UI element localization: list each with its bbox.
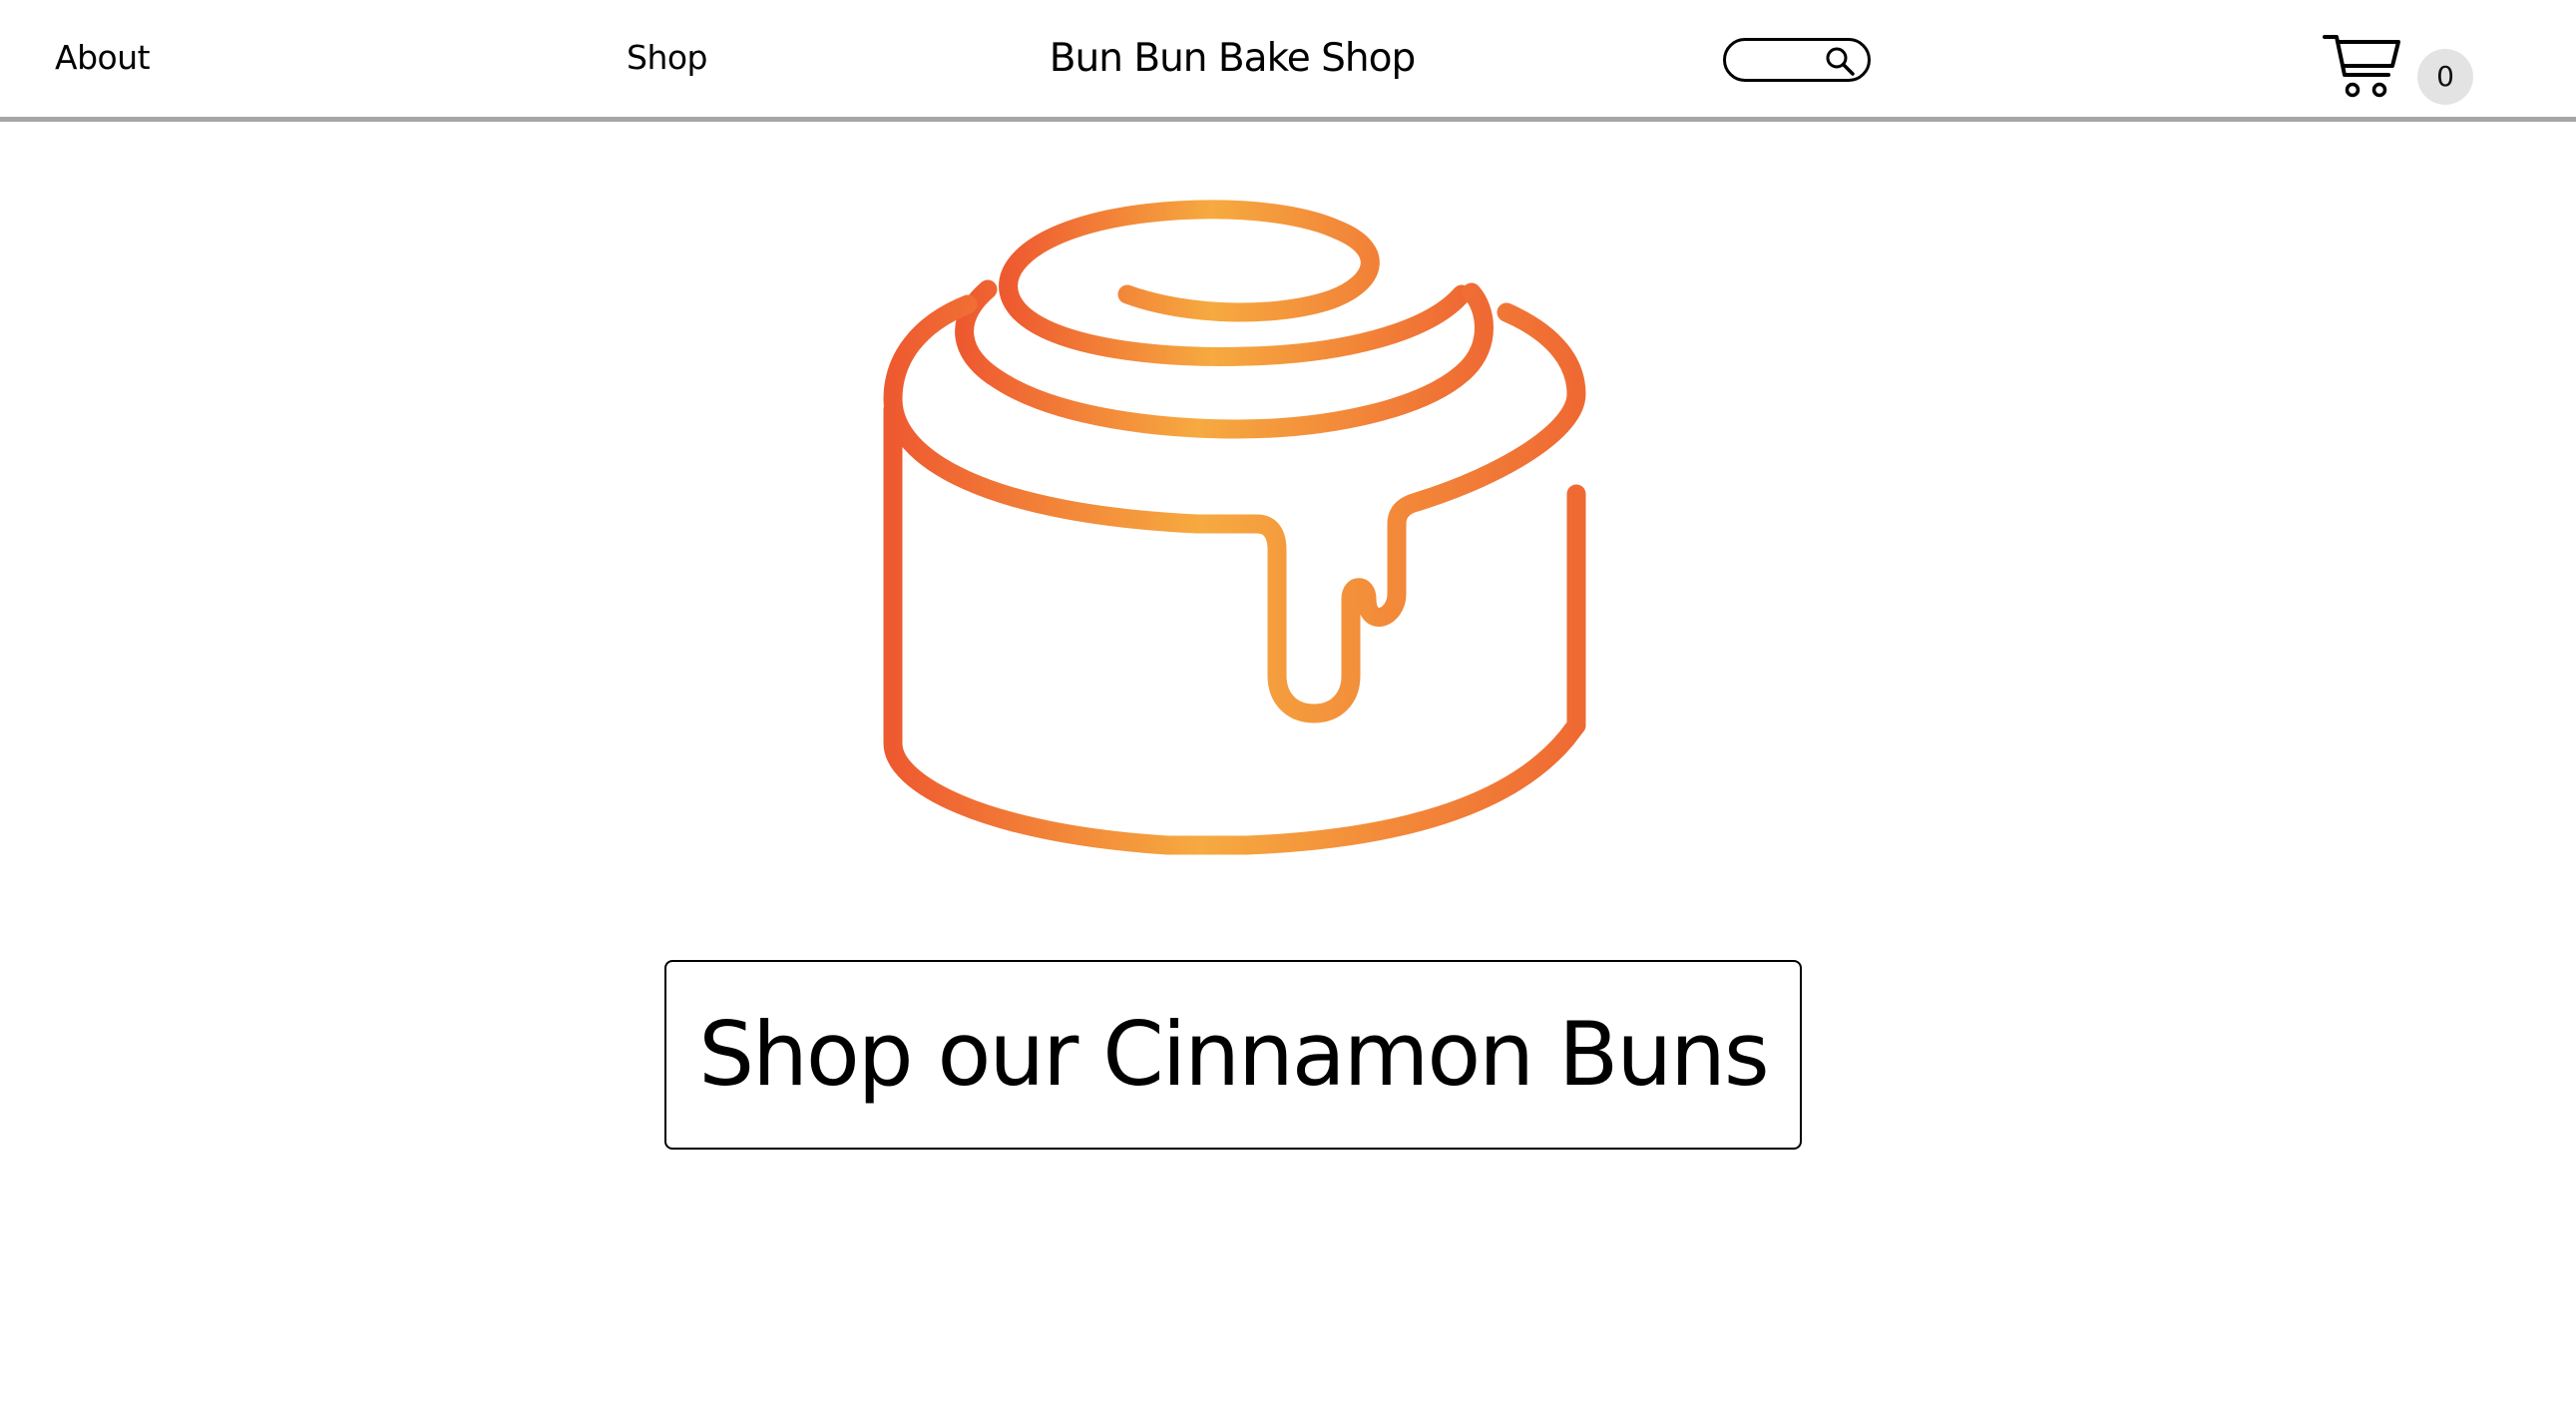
cart-icon[interactable] xyxy=(2323,32,2402,100)
cinnamon-bun-icon xyxy=(883,200,1586,855)
nav-link-about[interactable]: About xyxy=(55,36,151,80)
page: About Shop Bun Bun Bake Shop 0 Shop our … xyxy=(0,0,2576,1421)
cart-count-badge[interactable]: 0 xyxy=(2417,49,2473,105)
search-icon[interactable] xyxy=(1824,45,1858,79)
shop-cinnamon-buns-button[interactable]: Shop our Cinnamon Buns xyxy=(664,960,1802,1150)
top-navigation-bar: About Shop Bun Bun Bake Shop 0 xyxy=(0,0,2576,122)
search-box[interactable] xyxy=(1723,38,1871,82)
site-title[interactable]: Bun Bun Bake Shop xyxy=(1018,32,1447,86)
nav-link-shop[interactable]: Shop xyxy=(627,36,708,80)
search-input[interactable] xyxy=(1740,46,1820,74)
